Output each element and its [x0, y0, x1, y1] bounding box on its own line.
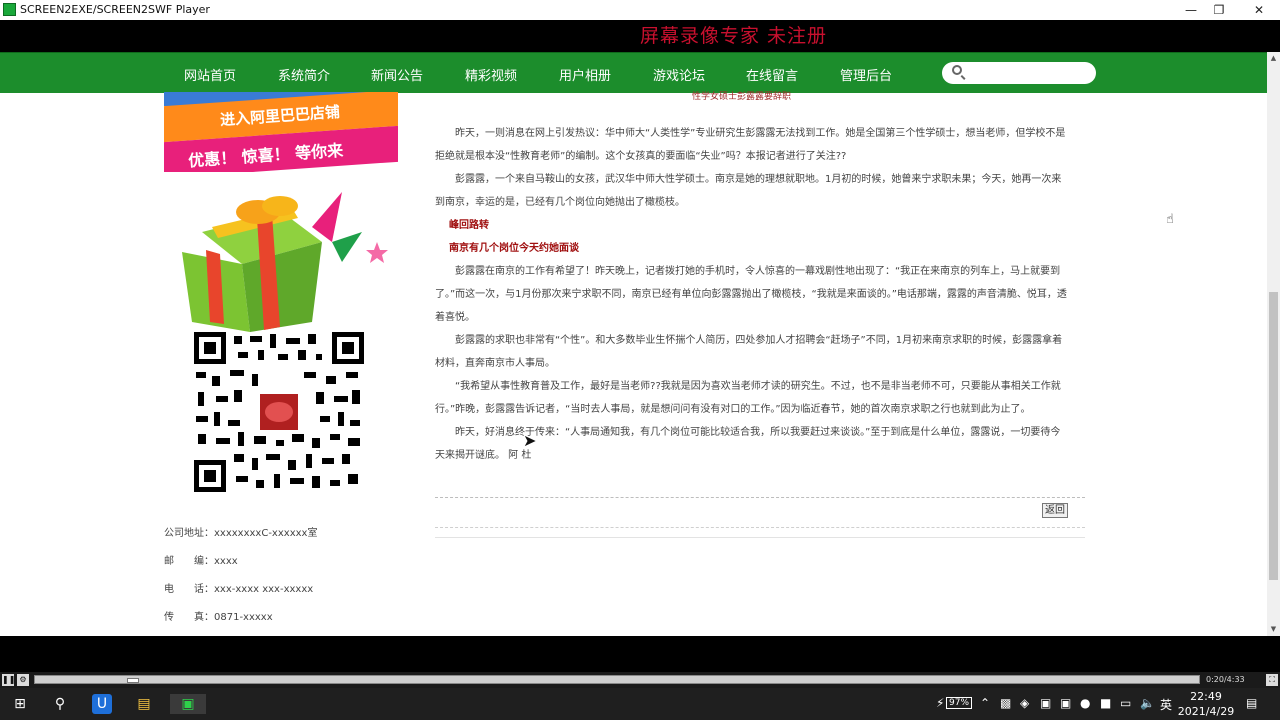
contact-phone: 电 话：xxx-xxxx xxx-xxxxx — [164, 584, 314, 595]
wechat-icon[interactable]: ● — [1080, 696, 1090, 710]
tray-app-icon[interactable]: ■ — [1100, 696, 1111, 710]
tray-expand-icon[interactable]: ⌃ — [980, 696, 990, 710]
playback-position-knob[interactable] — [127, 678, 139, 683]
article-subheading: 峰回路转 — [449, 220, 489, 231]
search-input[interactable] — [968, 64, 1092, 82]
volume-icon[interactable]: 🔈 — [1140, 696, 1155, 710]
watermark-text: 屏幕录像专家 未注册 — [640, 25, 828, 47]
playback-progress-bar[interactable] — [34, 675, 1200, 684]
notification-icon[interactable]: ▤ — [1246, 696, 1257, 710]
search-icon[interactable]: ⚲ — [50, 694, 70, 714]
windows-taskbar: ⊞ ⚲ U ▤ ▣ ⚡ 97% ⌃ ▩ ◈ ▣ ▣ ● ■ ▭ 🔈 英 22:4… — [0, 688, 1280, 720]
search-icon[interactable] — [952, 65, 962, 75]
hand-cursor-icon: ☝ — [1166, 212, 1174, 227]
article-paragraph: 彭露露的求职也非常有“个性”。和大多数毕业生怀揣个人简历，四处参加人才招聘会“赶… — [435, 335, 1063, 369]
fullscreen-icon[interactable]: ⛶ — [1266, 674, 1278, 686]
settings-icon[interactable]: ⚙ — [17, 674, 29, 686]
nav-item-news[interactable]: 新闻公告 — [371, 65, 423, 84]
article-body: 昨天，一则消息在网上引发热议：华中师大“人类性学”专业研究生彭露露无法找到工作。… — [435, 122, 1067, 467]
minimize-button[interactable]: — — [1176, 1, 1206, 19]
nav-item-admin[interactable]: 管理后台 — [840, 65, 892, 84]
nav-item-forum[interactable]: 游戏论坛 — [653, 65, 705, 84]
nav-item-home[interactable]: 网站首页 — [184, 65, 236, 84]
tray-app-icon[interactable]: ◈ — [1020, 696, 1029, 710]
restore-button[interactable]: ❐ — [1204, 1, 1234, 19]
article-paragraph: “我希望从事性教育普及工作，最好是当老师??我就是因为喜欢当老师才读的研究生。不… — [435, 381, 1061, 415]
article-paragraph: 彭露露在南京的工作有希望了！昨天晚上，记者拨打她的手机时，令人惊喜的一幕戏剧性地… — [435, 266, 1067, 323]
watermark-strip: 屏幕录像专家 未注册 — [0, 20, 1280, 50]
article-divider — [435, 497, 1085, 498]
article-paragraph: 昨天，一则消息在网上引发热议：华中师大“人类性学”专业研究生彭露露无法找到工作。… — [435, 128, 1066, 162]
nav-bar: 网站首页 系统简介 新闻公告 精彩视频 用户相册 游戏论坛 在线留言 管理后台 — [0, 52, 1267, 93]
contact-postcode: 邮 编：xxxx — [164, 556, 238, 567]
nav-item-videos[interactable]: 精彩视频 — [465, 65, 517, 84]
app-u-icon[interactable]: U — [92, 694, 112, 714]
article-title-partial: 性学女硕士彭露露要辞职 — [692, 92, 792, 102]
ime-indicator[interactable]: 英 — [1160, 696, 1172, 713]
player-controls: ❚❚ ⚙ 0:20/4:33 ⛶ — [0, 672, 1280, 688]
battery-level[interactable]: 97% — [946, 697, 973, 709]
file-explorer-icon[interactable]: ▤ — [134, 694, 154, 714]
back-button[interactable]: 返回 — [1042, 503, 1068, 518]
contact-fax: 传 真：0871-xxxxx — [164, 612, 273, 623]
tray-app-icon[interactable]: ▣ — [1040, 696, 1051, 710]
clock-date: 2021/4/29 — [1177, 705, 1235, 718]
article-paragraph: 彭露露，一个来自马鞍山的女孩，武汉华中师大性学硕士。南京是她的理想就职地。1月初… — [435, 174, 1062, 208]
article-divider — [435, 537, 1085, 538]
mouse-pointer-icon: ➤ — [523, 431, 537, 450]
tray-app-icon[interactable]: ▩ — [1000, 696, 1011, 710]
page-scrollbar[interactable]: ▲ ▼ — [1267, 52, 1280, 636]
nav-item-about[interactable]: 系统简介 — [278, 65, 330, 84]
power-icon[interactable]: ⚡ — [936, 696, 944, 710]
scroll-up-icon[interactable]: ▲ — [1267, 52, 1280, 65]
app-icon — [3, 3, 16, 16]
tray-app-icon[interactable]: ▣ — [1060, 696, 1071, 710]
pause-icon[interactable]: ❚❚ — [2, 674, 15, 686]
article-divider — [435, 527, 1085, 528]
window-title: SCREEN2EXE/SCREEN2SWF Player — [20, 3, 210, 16]
scrollbar-thumb[interactable] — [1269, 292, 1278, 580]
screen-player-taskbar-icon[interactable]: ▣ — [170, 694, 206, 714]
player-blank-area — [0, 636, 1280, 672]
network-icon[interactable]: ▭ — [1120, 696, 1131, 710]
clock-time: 22:49 — [1190, 690, 1222, 703]
taskbar-clock[interactable]: 22:49 2021/4/29 — [1176, 689, 1236, 719]
contact-address: 公司地址：xxxxxxxxC-xxxxxx室 — [164, 528, 318, 539]
web-page: 网站首页 系统简介 新闻公告 精彩视频 用户相册 游戏论坛 在线留言 管理后台 … — [0, 52, 1267, 636]
scroll-down-icon[interactable]: ▼ — [1267, 623, 1280, 636]
nav-item-albums[interactable]: 用户相册 — [559, 65, 611, 84]
qr-code-image — [194, 332, 364, 492]
close-button[interactable]: ✕ — [1244, 1, 1274, 19]
search-box — [942, 62, 1096, 84]
window-titlebar: SCREEN2EXE/SCREEN2SWF Player — ❐ ✕ — [0, 0, 1280, 20]
playback-time: 0:20/4:33 — [1206, 675, 1245, 684]
article-subheading: 南京有几个岗位今天约她面谈 — [449, 243, 579, 254]
gift-box-icon — [182, 192, 388, 332]
alibaba-store-banner[interactable]: 进入阿里巴巴店铺 优惠！ 惊喜！ 等你来 — [164, 92, 398, 172]
nav-item-guestbook[interactable]: 在线留言 — [746, 65, 798, 84]
windows-start-icon[interactable]: ⊞ — [10, 694, 30, 714]
